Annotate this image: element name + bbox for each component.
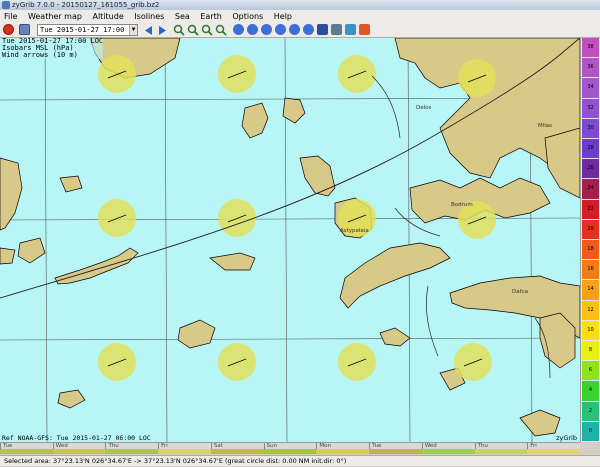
menu-options[interactable]: Options	[228, 10, 267, 23]
place-label-datca: Datca	[512, 289, 528, 295]
place-label-delos: Delos	[416, 105, 432, 111]
go-to-icon[interactable]	[303, 24, 314, 35]
next-step-icon[interactable]	[157, 25, 168, 36]
scale-swatch-28: 28	[582, 139, 599, 159]
scale-swatch-32: 32	[582, 98, 599, 118]
scale-swatch-0: 0	[582, 421, 599, 441]
menu-altitude[interactable]: Altitude	[88, 10, 127, 23]
quit-icon[interactable]	[3, 24, 14, 35]
app-window: zyGrib 7.0.0 - 20150127_161055_grib.bz2 …	[0, 0, 600, 466]
scale-swatch-6: 6	[582, 361, 599, 381]
zoom-out-icon[interactable]	[187, 24, 199, 36]
scale-swatch-26: 26	[582, 159, 599, 179]
weather-map[interactable]: Delos Milas Bodrum Astypalaia Datca Tue …	[0, 38, 580, 442]
scale-swatch-36: 36	[582, 58, 599, 78]
settings-icon[interactable]	[331, 24, 342, 35]
scale-swatch-24: 24	[582, 179, 599, 199]
menu-file[interactable]: File	[0, 10, 21, 23]
scale-swatch-22: 22	[582, 199, 599, 219]
scale-swatch-14: 14	[582, 280, 599, 300]
timeline-strip	[527, 449, 580, 454]
zoom-area-icon[interactable]	[201, 24, 213, 36]
menu-sea[interactable]: Sea	[171, 10, 194, 23]
timeline-strip	[316, 449, 370, 454]
pan-right-icon[interactable]	[247, 24, 258, 35]
chevron-down-icon[interactable]: ▼	[129, 25, 137, 35]
menu-isolines[interactable]: Isolines	[130, 10, 168, 23]
title-bar: zyGrib 7.0.0 - 20150127_161055_grib.bz2	[0, 0, 600, 10]
place-label-milas: Milas	[538, 123, 552, 129]
open-file-icon[interactable]	[19, 24, 30, 35]
place-label-bodrum: Bodrum	[451, 202, 473, 208]
scale-swatch-8: 8	[582, 341, 599, 361]
timeline-strip	[52, 449, 106, 454]
date-selector[interactable]: Tue 2015-01-27 17:00 LOC ▼	[37, 24, 138, 36]
metar-icon[interactable]	[317, 24, 328, 35]
reference-text: Ref NOAA-GFS: Tue 2015-01-27 06:00 LOC	[2, 434, 151, 442]
map-info-overlay: Tue 2015-01-27 17:00 LOC Isobars MSL (hP…	[2, 38, 104, 59]
place-label-astypalaia: Astypalaia	[340, 228, 369, 234]
pan-center-icon[interactable]	[289, 24, 300, 35]
timeline-strip	[369, 449, 422, 454]
scale-swatch-34: 34	[582, 78, 599, 98]
timeline-bar[interactable]: Tue Wed Thu Fri Sat Sun Mon Tue Wed Thu Fri	[0, 442, 580, 454]
scale-swatch-4: 4	[582, 381, 599, 401]
timeline-strip	[210, 449, 264, 454]
toolbar: Tue 2015-01-27 17:00 LOC ▼	[0, 23, 600, 38]
timeline-strip	[0, 449, 53, 454]
menu-help[interactable]: Help	[270, 10, 296, 23]
timeline-strip	[105, 449, 159, 454]
pan-down-icon[interactable]	[275, 24, 286, 35]
timeline-strip	[263, 449, 317, 454]
pan-left-icon[interactable]	[233, 24, 244, 35]
zygrib-logo: zyGrib	[556, 434, 577, 442]
map-canvas[interactable]: Delos Milas Bodrum Astypalaia Datca	[0, 38, 580, 442]
download-icon[interactable]	[345, 24, 356, 35]
status-bar: Selected area: 37°23.13'N 026°34.67'E ->…	[0, 455, 600, 466]
scale-swatch-2: 2	[582, 401, 599, 421]
pan-up-icon[interactable]	[261, 24, 272, 35]
timeline-strip	[158, 449, 211, 454]
scale-swatch-30: 30	[582, 118, 599, 138]
previous-step-icon[interactable]	[143, 25, 154, 36]
rocket-icon[interactable]	[359, 24, 370, 35]
zoom-in-icon[interactable]	[173, 24, 185, 36]
status-text: Selected area: 37°23.13'N 026°34.67'E ->…	[4, 457, 347, 465]
scale-swatch-18: 18	[582, 240, 599, 260]
scale-swatch-10: 10	[582, 320, 599, 340]
scale-swatch-12: 12	[582, 300, 599, 320]
menu-earth[interactable]: Earth	[196, 10, 225, 23]
window-title: zyGrib 7.0.0 - 20150127_161055_grib.bz2	[12, 1, 160, 9]
menu-bar: File Weather map Altitude Isolines Sea E…	[0, 10, 600, 23]
scale-swatch-20: 20	[582, 219, 599, 239]
app-icon	[2, 1, 10, 9]
timeline-strip	[474, 449, 528, 454]
scale-swatch-16: 16	[582, 260, 599, 280]
menu-weather-map[interactable]: Weather map	[24, 10, 86, 23]
info-wind: Wind arrows (10 m)	[2, 51, 78, 59]
date-value: Tue 2015-01-27 17:00 LOC	[40, 26, 138, 34]
scale-swatch-38: 38	[582, 38, 599, 58]
timeline-strip	[421, 449, 475, 454]
color-scale: 38 36 34 32 30 28 26 24 22 20 18 16 14 12 10 8 6 4 2 0	[580, 38, 600, 442]
zoom-fit-icon[interactable]	[215, 24, 227, 36]
